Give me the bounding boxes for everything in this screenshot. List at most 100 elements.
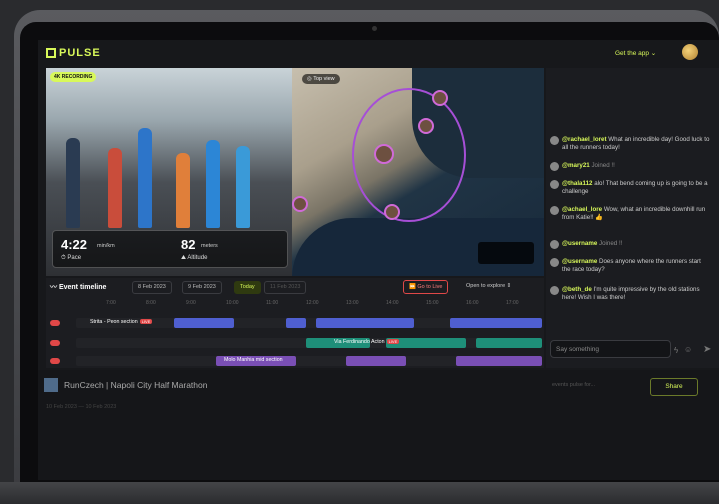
time-tick: 8:00 <box>146 300 156 306</box>
time-tick: 13:00 <box>346 300 359 306</box>
runner-pin[interactable] <box>374 144 394 164</box>
chat-username[interactable]: @achael_lore <box>562 206 602 213</box>
date-chip-today[interactable]: Today <box>234 281 261 294</box>
brand-logo[interactable]: PULSE <box>46 47 101 59</box>
chat-message-text: @username Joined !! <box>562 240 710 248</box>
event-search-input[interactable]: events pulse for... <box>552 382 595 388</box>
runner-pin[interactable] <box>292 196 308 212</box>
brand-text: PULSE <box>59 47 101 59</box>
segment-label: Molo Manhia mid section <box>224 357 283 363</box>
chat-message-text: @username Does anyone where the runners … <box>562 258 710 274</box>
user-avatar <box>550 286 559 295</box>
altitude-label-text: Altitude <box>187 255 208 261</box>
time-tick: 15:00 <box>426 300 439 306</box>
video-player[interactable]: 4K RECORDING 4:22 min/km ⏱ Pace 82 meter… <box>46 68 292 276</box>
user-avatar <box>550 206 559 215</box>
chat-username[interactable]: @mary21 <box>562 162 590 169</box>
top-view-toggle[interactable]: ◎ Top view <box>302 74 340 84</box>
chat-username[interactable]: @rachael_loret <box>562 136 607 143</box>
chat-username[interactable]: @username <box>562 240 597 247</box>
date-chip[interactable]: 8 Feb 2023 <box>132 281 172 294</box>
time-tick: 9:00 <box>186 300 196 306</box>
timeline-segment[interactable] <box>346 356 406 366</box>
chat-username[interactable]: @beth_de <box>562 286 592 293</box>
time-tick: 12:00 <box>306 300 319 306</box>
lightning-icon[interactable]: ϟ <box>674 346 678 355</box>
get-app-link[interactable]: Get the app ⌄ <box>615 49 656 57</box>
timeline-segment[interactable] <box>316 318 414 328</box>
segment-label-text: Strita - Peon section <box>90 319 138 325</box>
track-marker-icon <box>50 358 60 364</box>
date-chip[interactable]: 9 Feb 2023 <box>182 281 222 294</box>
time-tick: 14:00 <box>386 300 399 306</box>
runner-figure <box>138 128 152 228</box>
timeline-segment[interactable] <box>450 318 542 328</box>
user-avatar <box>550 180 559 189</box>
runner-figure <box>236 146 250 228</box>
runner-pin[interactable] <box>432 90 448 106</box>
chat-text: Joined !! <box>589 162 615 169</box>
route-line <box>352 88 466 222</box>
timeline-track[interactable]: Via Ferdinando Acton LIVE <box>76 338 542 348</box>
altitude-value: 82 <box>181 237 196 252</box>
runner-figure <box>66 138 80 228</box>
chat-username[interactable]: @thala112 <box>562 180 592 187</box>
open-explore-button[interactable]: Open to explore ⇕ <box>466 283 511 289</box>
avatar[interactable] <box>682 44 698 60</box>
go-live-button[interactable]: ⏩ Go to Live <box>403 280 449 294</box>
timeline-track[interactable]: Strita - Peon section LIVE <box>76 318 542 328</box>
runner-figure <box>176 153 190 228</box>
stats-panel: 4:22 min/km ⏱ Pace 82 meters ⛰ Altitude <box>52 230 288 268</box>
laptop-base <box>0 482 719 504</box>
chat-message-text: @mary21 Joined !! <box>562 162 710 170</box>
recording-badge: 4K RECORDING <box>50 72 97 82</box>
app-screen: PULSE Get the app ⌄ 4K RECORDING 4:22 mi… <box>38 40 719 480</box>
runner-pin[interactable] <box>418 118 434 134</box>
time-tick: 10:00 <box>226 300 239 306</box>
track-marker-icon <box>50 320 60 326</box>
chat-message-text: @beth_de I'm quite impressive by the old… <box>562 286 710 302</box>
chat-message-text: @rachael_loret What an incredible day! G… <box>562 136 710 152</box>
user-avatar <box>550 136 559 145</box>
satellite-map[interactable]: ◎ Top view <box>292 68 544 276</box>
chat-panel: @rachael_loret What an incredible day! G… <box>546 68 719 368</box>
share-button[interactable]: Share <box>650 378 698 396</box>
timeline-segment[interactable] <box>476 338 542 348</box>
runner-pin[interactable] <box>384 204 400 220</box>
chat-username[interactable]: @username <box>562 258 597 265</box>
top-bar: PULSE Get the app ⌄ <box>38 40 719 66</box>
emoji-icon[interactable]: ☺ <box>684 345 692 354</box>
user-avatar <box>550 162 559 171</box>
track-marker-icon <box>50 340 60 346</box>
chat-message-text: @thala112 alo! That bend coming up is go… <box>562 180 710 196</box>
user-avatar <box>550 258 559 267</box>
live-badge: LIVE <box>386 339 400 344</box>
segment-label: Via Ferdinando Acton LIVE <box>334 339 400 345</box>
segment-label-text: Via Ferdinando Acton <box>334 339 385 345</box>
pace-value: 4:22 <box>61 237 88 252</box>
time-axis: 7:00 8:00 9:00 10:00 11:00 12:00 13:00 1… <box>106 300 536 308</box>
segment-label: Strita - Peon section LIVE <box>90 319 153 325</box>
time-tick: 16:00 <box>466 300 479 306</box>
pace-unit: min/km <box>97 243 115 249</box>
timeline-segment[interactable] <box>286 318 306 328</box>
timeline-title: 〰 Event timeline <box>50 284 107 291</box>
chat-input[interactable]: Say something <box>550 340 671 358</box>
altitude-label: ⛰ Altitude <box>181 255 208 261</box>
timeline-segment[interactable] <box>174 318 234 328</box>
send-icon[interactable]: ➤ <box>703 344 711 355</box>
map-sponsor-badge <box>478 242 534 264</box>
logo-icon <box>46 48 56 58</box>
timeline-segment[interactable] <box>456 356 542 366</box>
explore-label: Open to explore <box>466 283 506 289</box>
user-avatar <box>550 240 559 249</box>
event-dates: 10 Feb 2023 — 10 Feb 2023 <box>46 404 117 410</box>
pace-label-text: Pace <box>67 255 82 261</box>
time-tick: 7:00 <box>106 300 116 306</box>
date-chip[interactable]: 11 Feb 2023 <box>264 281 307 294</box>
chat-message-text: @achael_lore Wow, what an incredible dow… <box>562 206 710 222</box>
event-thumbnail[interactable] <box>44 378 58 392</box>
go-live-label: Go to Live <box>417 284 443 290</box>
event-title[interactable]: RunCzech | Napoli City Half Marathon <box>64 380 207 390</box>
timeline-track[interactable]: Molo Manhia mid section <box>76 356 542 366</box>
